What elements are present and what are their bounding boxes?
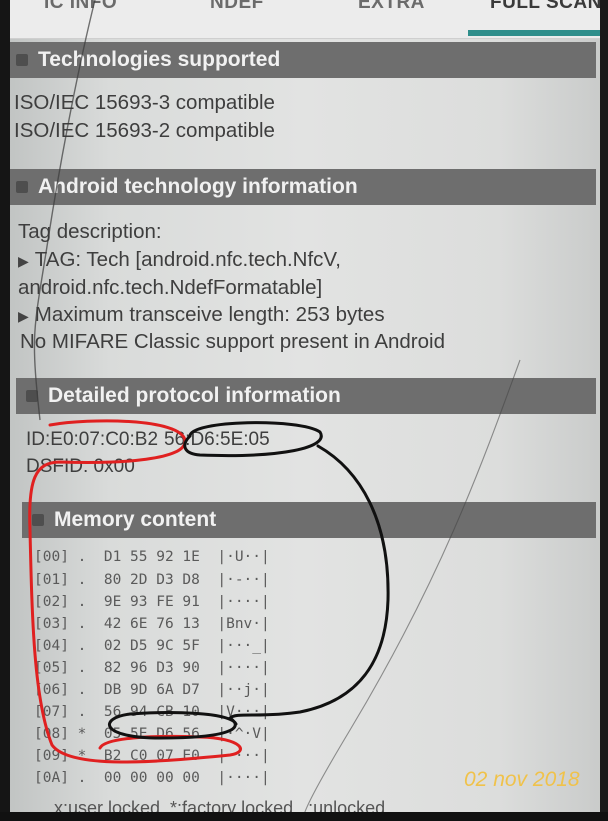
red-annotation-loop [28, 419, 242, 764]
screen-crack [302, 359, 521, 821]
annotation-overlay [28, 0, 521, 821]
app-screen: IC INFO NDEF EXTRA FULL SCAN Technologie… [0, 0, 608, 821]
device-bezel-left [0, 0, 10, 821]
screen-crack [33, 0, 96, 421]
device-bezel-right [600, 0, 608, 821]
device-bezel-bottom [0, 812, 608, 821]
black-annotation-loop [108, 421, 390, 740]
